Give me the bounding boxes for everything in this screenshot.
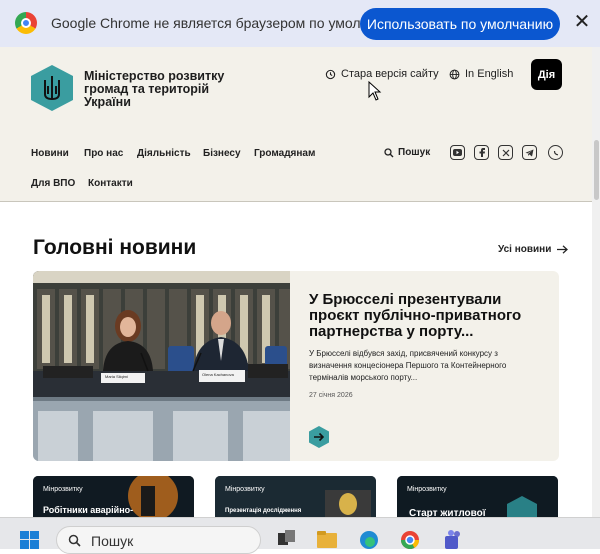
edge-icon[interactable] bbox=[358, 529, 380, 549]
featured-news-date: 27 січня 2026 bbox=[309, 392, 353, 399]
whatsapp-icon[interactable] bbox=[548, 145, 563, 160]
taskbar: Пошук bbox=[0, 517, 600, 554]
news-card-2[interactable]: Мінрозвитку Презентація дослідження bbox=[215, 476, 376, 520]
search-icon bbox=[68, 534, 81, 547]
featured-news-photo: Maria Siiqimi Olena Kachanova bbox=[33, 271, 290, 461]
featured-news-description: У Брюсселі відбувся захід, присвячений к… bbox=[309, 349, 507, 382]
telegram-icon[interactable] bbox=[522, 145, 537, 160]
news-card-2-title: Презентація дослідження bbox=[225, 508, 302, 514]
news-card-1[interactable]: Мінрозвитку Робітники аварійно- bbox=[33, 476, 194, 520]
nav-news[interactable]: Новини bbox=[31, 148, 69, 159]
all-news-link[interactable]: Усі новини bbox=[498, 244, 569, 255]
teams-icon[interactable] bbox=[442, 529, 464, 549]
close-icon[interactable]: ✕ bbox=[572, 12, 592, 32]
windows-start-icon[interactable] bbox=[20, 531, 40, 549]
nav-contacts[interactable]: Контакти bbox=[88, 178, 133, 189]
globe-icon bbox=[449, 69, 460, 79]
english-link[interactable]: In English bbox=[449, 68, 513, 80]
all-news-label: Усі новини bbox=[498, 244, 552, 255]
read-more-arrow-icon[interactable] bbox=[308, 426, 330, 448]
history-icon bbox=[325, 69, 336, 79]
nav-idp[interactable]: Для ВПО bbox=[31, 178, 75, 189]
news-card-3-label: Мінрозвитку bbox=[407, 486, 447, 493]
taskbar-search[interactable]: Пошук bbox=[56, 526, 261, 554]
arrow-right-icon bbox=[557, 245, 569, 254]
ministry-logo-icon[interactable] bbox=[30, 64, 74, 112]
scrollbar-thumb[interactable] bbox=[594, 140, 599, 200]
news-card-1-title: Робітники аварійно- bbox=[43, 505, 134, 515]
news-card-3[interactable]: Мінрозвитку Старт житлової bbox=[397, 476, 558, 520]
nameplate-left: Maria Siiqimi bbox=[105, 374, 128, 379]
chrome-logo-icon bbox=[15, 12, 37, 34]
old-version-label: Стара версія сайту bbox=[341, 68, 439, 80]
nav-citizens[interactable]: Громадянам bbox=[254, 148, 315, 159]
search-label: Пошук bbox=[398, 147, 431, 158]
chrome-icon[interactable] bbox=[399, 529, 421, 549]
facebook-icon[interactable] bbox=[474, 145, 489, 160]
nav-activity[interactable]: Діяльність bbox=[137, 148, 191, 159]
old-version-link[interactable]: Стара версія сайту bbox=[325, 68, 439, 80]
search-button[interactable]: Пошук bbox=[384, 147, 430, 158]
news-card-2-label: Мінрозвитку bbox=[225, 486, 265, 493]
news-card-1-label: Мінрозвитку bbox=[43, 486, 83, 493]
ministry-name[interactable]: Міністерство розвитку громад та територі… bbox=[84, 70, 244, 109]
featured-news-card[interactable]: Maria Siiqimi Olena Kachanova У Брюсселі… bbox=[33, 271, 559, 461]
task-view-icon[interactable] bbox=[275, 529, 297, 549]
featured-news-title[interactable]: У Брюсселі презентували проєкт публічно-… bbox=[309, 292, 544, 340]
section-title: Головні новини bbox=[33, 236, 197, 259]
english-label: In English bbox=[465, 68, 514, 80]
banner-message: Google Chrome не является браузером по у… bbox=[51, 15, 387, 31]
file-explorer-icon[interactable] bbox=[316, 529, 338, 549]
diia-button[interactable]: Дія bbox=[531, 59, 562, 90]
nav-about[interactable]: Про нас bbox=[84, 148, 123, 159]
nav-business[interactable]: Бізнесу bbox=[203, 148, 241, 159]
set-default-button[interactable]: Использовать по умолчанию bbox=[360, 8, 560, 40]
taskbar-search-placeholder: Пошук bbox=[91, 533, 134, 549]
youtube-icon[interactable] bbox=[450, 145, 465, 160]
page-scrollbar[interactable] bbox=[592, 47, 600, 517]
mouse-cursor-icon bbox=[368, 81, 382, 101]
nameplate-right: Olena Kachanova bbox=[202, 372, 234, 377]
search-icon bbox=[384, 147, 394, 157]
site-header: Міністерство розвитку громад та територі… bbox=[0, 47, 592, 202]
default-browser-banner: Google Chrome не является браузером по у… bbox=[0, 0, 600, 47]
x-icon[interactable] bbox=[498, 145, 513, 160]
